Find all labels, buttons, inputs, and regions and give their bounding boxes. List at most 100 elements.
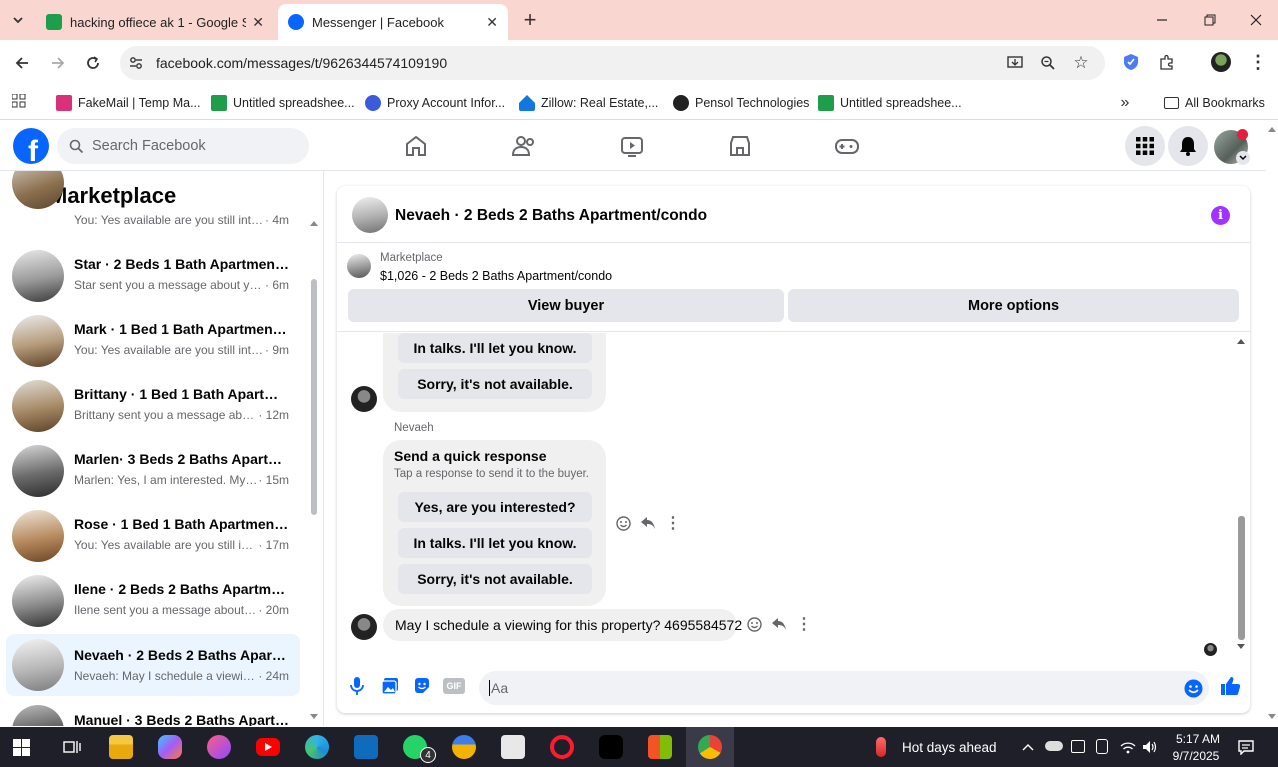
close-window-icon[interactable] [1244,8,1268,32]
react-icon[interactable] [614,514,632,532]
listing-title[interactable]: $1,026 - 2 Beds 2 Baths Apartment/condo [380,269,612,283]
scroll-up-icon[interactable] [1268,125,1276,133]
gif-icon[interactable]: GIF [443,678,465,694]
vpn-icon[interactable] [1096,739,1108,754]
tab-search-icon[interactable] [6,8,30,32]
app-icon[interactable] [207,735,231,759]
react-icon[interactable] [745,615,763,633]
scroll-down-icon[interactable] [1237,643,1245,651]
message-bubble[interactable]: May I schedule a viewing for this proper… [383,609,742,641]
task-view-icon[interactable] [60,735,84,759]
inbox-scrollbar[interactable] [308,215,320,725]
apps-grid-icon[interactable] [10,92,28,110]
scroll-thumb[interactable] [1238,516,1245,640]
quick-response-option[interactable]: In talks. I'll let you know. [398,528,592,558]
edge-icon[interactable] [305,735,329,759]
store-icon[interactable] [648,735,672,759]
chat-scrollbar[interactable] [1235,333,1247,655]
notifications-button[interactable] [1168,126,1208,166]
scroll-up-icon[interactable] [1237,337,1245,345]
shield-extension-icon[interactable] [1120,51,1142,73]
photo-icon[interactable] [380,676,400,696]
battery-icon[interactable] [1071,740,1085,753]
youtube-icon[interactable] [256,738,280,756]
conversation-item[interactable]: Marlen· 3 Beds 2 Baths Apartme... Marlen… [6,442,300,500]
conversation-item[interactable]: Mark · 1 Bed 1 Bath Apartment/... You: Y… [6,312,300,370]
wifi-icon[interactable] [1119,739,1137,755]
quick-response-option[interactable]: Sorry, it's not available. [398,564,592,594]
marketplace-icon[interactable] [727,133,753,159]
conversation-item[interactable]: Manuel · 3 Beds 2 Baths Apartm... [6,702,300,726]
info-icon[interactable]: i [1211,206,1230,225]
reload-icon[interactable] [81,51,105,75]
file-explorer-icon[interactable] [109,735,133,759]
account-chevron-icon[interactable] [1236,151,1250,165]
clock-date[interactable]: 9/7/2025 [1168,749,1224,763]
chat-title[interactable]: Nevaeh · 2 Beds 2 Baths Apartment/condo [395,207,707,225]
onedrive-icon[interactable] [1045,741,1063,751]
conversation-item[interactable]: Rose · 1 Bed 1 Bath Apartment/c... You: … [6,507,300,565]
menu-grid-button[interactable] [1125,126,1165,166]
menu-icon[interactable]: ⋮ [1248,51,1268,73]
conversation-item[interactable]: Ilene · 2 Beds 2 Baths Apartmen... Ilene… [6,572,300,630]
scroll-down-icon[interactable] [1268,713,1276,721]
bookmark-spreadsheet-1[interactable]: Untitled spreadshee... [211,92,355,114]
tab-google-sheets[interactable]: hacking offiece ak 1 - Google S ✕ [36,4,274,40]
site-info-icon[interactable] [126,53,146,73]
volume-icon[interactable] [1141,739,1159,755]
bookmark-zillow[interactable]: Zillow: Real Estate,... [519,92,658,114]
tiktok-icon[interactable] [599,735,623,759]
quick-response-option[interactable]: Yes, are you interested? [398,492,592,522]
restore-icon[interactable] [1198,8,1222,32]
conversation-item[interactable]: Brittany · 1 Bed 1 Bath Apartme... Britt… [6,377,300,435]
weather-icon[interactable] [876,737,886,757]
gaming-icon[interactable] [834,133,860,159]
scroll-up-icon[interactable] [310,219,318,227]
conversation-item-selected[interactable]: Nevaeh · 2 Beds 2 Baths Apartm... Nevaeh… [6,634,300,696]
scroll-down-icon[interactable] [310,713,318,721]
notification-center-icon[interactable] [1237,738,1255,756]
quick-response-option[interactable]: Sorry, it's not available. [398,369,592,399]
copilot-icon[interactable] [158,735,182,759]
video-icon[interactable] [619,133,645,159]
conversation-item[interactable]: Star · 2 Beds 1 Bath Apartment/... Star … [6,247,300,305]
back-icon[interactable] [10,51,34,75]
tray-chevron-icon[interactable] [1020,739,1036,755]
sticker-icon[interactable] [412,676,432,696]
minimize-icon[interactable] [1150,8,1174,32]
new-tab-icon[interactable]: + [518,7,542,32]
chat-avatar[interactable] [352,197,388,233]
profile-avatar[interactable] [1211,52,1231,72]
bookmark-fakemail[interactable]: FakeMail | Temp Ma... [56,92,201,114]
reply-icon[interactable] [639,514,657,532]
zoom-icon[interactable] [1038,53,1058,73]
more-options-button[interactable]: More options [788,289,1239,322]
facebook-logo[interactable]: f [13,128,49,164]
conversation-item[interactable]: You: Yes available are you still inter..… [6,171,300,237]
chrome-taskbar-item[interactable] [686,727,734,767]
bookmark-star-icon[interactable]: ☆ [1071,53,1091,73]
more-actions-icon[interactable]: ⋮ [665,514,681,532]
app-icon[interactable] [501,735,525,759]
start-icon[interactable] [13,739,30,756]
more-actions-icon[interactable]: ⋮ [796,615,812,633]
reply-icon[interactable] [770,615,788,633]
outlook-icon[interactable] [354,735,378,759]
clock-time[interactable]: 5:17 AM [1173,732,1223,746]
view-buyer-button[interactable]: View buyer [348,289,784,322]
friends-icon[interactable] [511,133,537,159]
listing-thumbnail[interactable] [347,254,371,278]
close-icon[interactable]: ✕ [486,14,498,31]
bookmark-pensol[interactable]: Pensol Technologies [673,92,809,114]
bookmark-proxy[interactable]: Proxy Account Infor... [365,92,505,114]
facebook-search-input[interactable]: Search Facebook [57,128,309,164]
home-icon[interactable] [403,133,429,159]
page-scrollbar[interactable] [1266,121,1278,727]
tab-messenger[interactable]: Messenger | Facebook ✕ [278,4,508,40]
all-bookmarks-button[interactable]: All Bookmarks [1164,92,1265,114]
bookmark-spreadsheet-2[interactable]: Untitled spreadshee... [818,92,962,114]
medal-app-icon[interactable] [452,735,476,759]
microphone-icon[interactable] [347,675,367,697]
emoji-icon[interactable] [1183,678,1203,698]
forward-icon[interactable] [46,51,70,75]
